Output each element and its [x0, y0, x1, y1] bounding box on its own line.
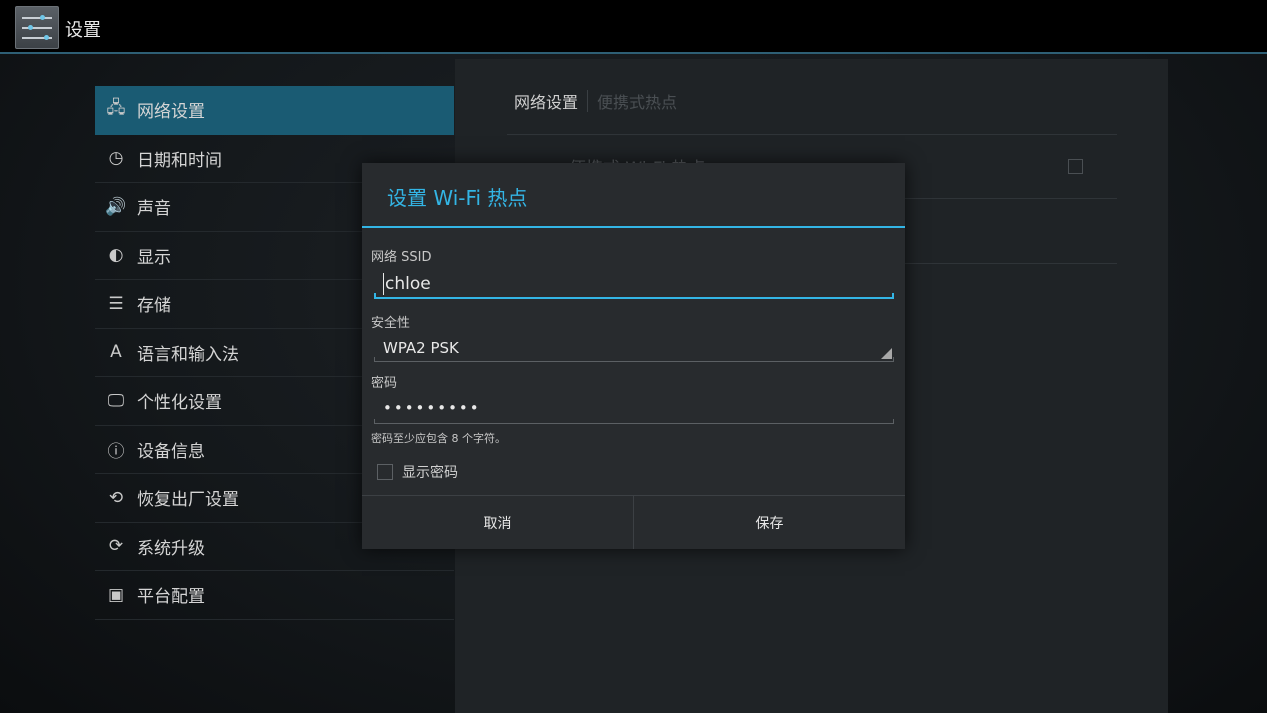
password-hint: 密码至少应包含 8 个字符。: [371, 432, 506, 445]
speaker-icon: 🔊: [105, 196, 127, 217]
sidebar-item-label: 个性化设置: [137, 393, 222, 414]
security-select[interactable]: WPA2 PSK: [374, 333, 894, 363]
cancel-button[interactable]: 取消: [362, 496, 633, 549]
sidebar-item-label: 平台配置: [137, 587, 205, 608]
sidebar-item-label: 存储: [137, 296, 171, 317]
wifi-hotspot-dialog: 设置 Wi-Fi 热点 网络 SSID chloe 安全性 WPA2 PSK 密…: [362, 163, 905, 549]
password-input[interactable]: •••••••••: [374, 393, 894, 423]
save-button[interactable]: 保存: [634, 496, 905, 549]
panel-divider: [507, 134, 1117, 135]
tab-portable-hotspot[interactable]: 便携式热点: [597, 89, 677, 113]
storage-icon: ☰: [108, 293, 124, 314]
sidebar-item-label: 网络设置: [137, 102, 205, 123]
app-title: 设置: [65, 20, 101, 41]
sidebar-item-label: 恢复出厂设置: [137, 490, 239, 511]
dialog-title: 设置 Wi-Fi 热点: [387, 186, 528, 210]
panel-tabs: 网络设置 便携式热点: [514, 89, 677, 113]
sidebar-item-label: 声音: [137, 199, 171, 220]
sidebar-item-label: 系统升级: [137, 538, 205, 559]
show-password-label: 显示密码: [402, 465, 458, 481]
password-value: •••••••••: [383, 399, 481, 417]
info-icon: ⓘ: [107, 441, 125, 462]
sidebar-item-label: 日期和时间: [137, 150, 222, 171]
settings-screen: 设置 🖧 网络设置 ◷ 日期和时间 🔊 声音 ◐ 显示 ☰ 存储 A 语言和输入法 🖵 个性化设置 ⓘ 设备信…: [0, 0, 1267, 713]
clock-icon: ◷: [108, 148, 124, 169]
ssid-label: 网络 SSID: [371, 250, 432, 265]
action-bar: 设置: [0, 0, 1267, 54]
dropdown-arrow-icon[interactable]: [881, 348, 892, 359]
tab-network-settings[interactable]: 网络设置: [514, 89, 578, 113]
image-icon: ▣: [107, 584, 125, 605]
tab-divider: [587, 90, 589, 112]
security-label: 安全性: [371, 316, 411, 331]
password-input-underline: [374, 419, 894, 424]
password-label: 密码: [371, 376, 398, 391]
show-password-checkbox[interactable]: 显示密码: [377, 462, 458, 482]
text-caret: [383, 273, 384, 295]
sidebar-item[interactable]: ▣ 平台配置: [95, 571, 454, 620]
ssid-value: chloe: [385, 274, 431, 294]
sidebar-item-label: 语言和输入法: [137, 344, 239, 365]
security-select-underline: [374, 357, 894, 362]
monitor-icon: 🖵: [107, 390, 125, 411]
sidebar-item[interactable]: 🖧 网络设置: [95, 86, 454, 135]
update-icon: ⟳: [108, 536, 124, 557]
brightness-icon: ◐: [108, 245, 124, 266]
checkbox-box[interactable]: [377, 464, 393, 480]
ssid-input[interactable]: chloe: [374, 269, 894, 299]
network-icon: 🖧: [106, 98, 126, 119]
sidebar-item-label: 设备信息: [137, 441, 205, 462]
dialog-title-divider: [362, 226, 905, 228]
settings-sliders-icon[interactable]: [15, 6, 59, 49]
language-icon: A: [110, 342, 122, 363]
ssid-input-underline: [374, 293, 894, 299]
portable-hotspot-checkbox[interactable]: [1068, 159, 1083, 174]
security-value: WPA2 PSK: [383, 339, 459, 357]
sidebar-item-label: 显示: [137, 247, 171, 268]
restore-icon: ⟲: [108, 487, 124, 508]
